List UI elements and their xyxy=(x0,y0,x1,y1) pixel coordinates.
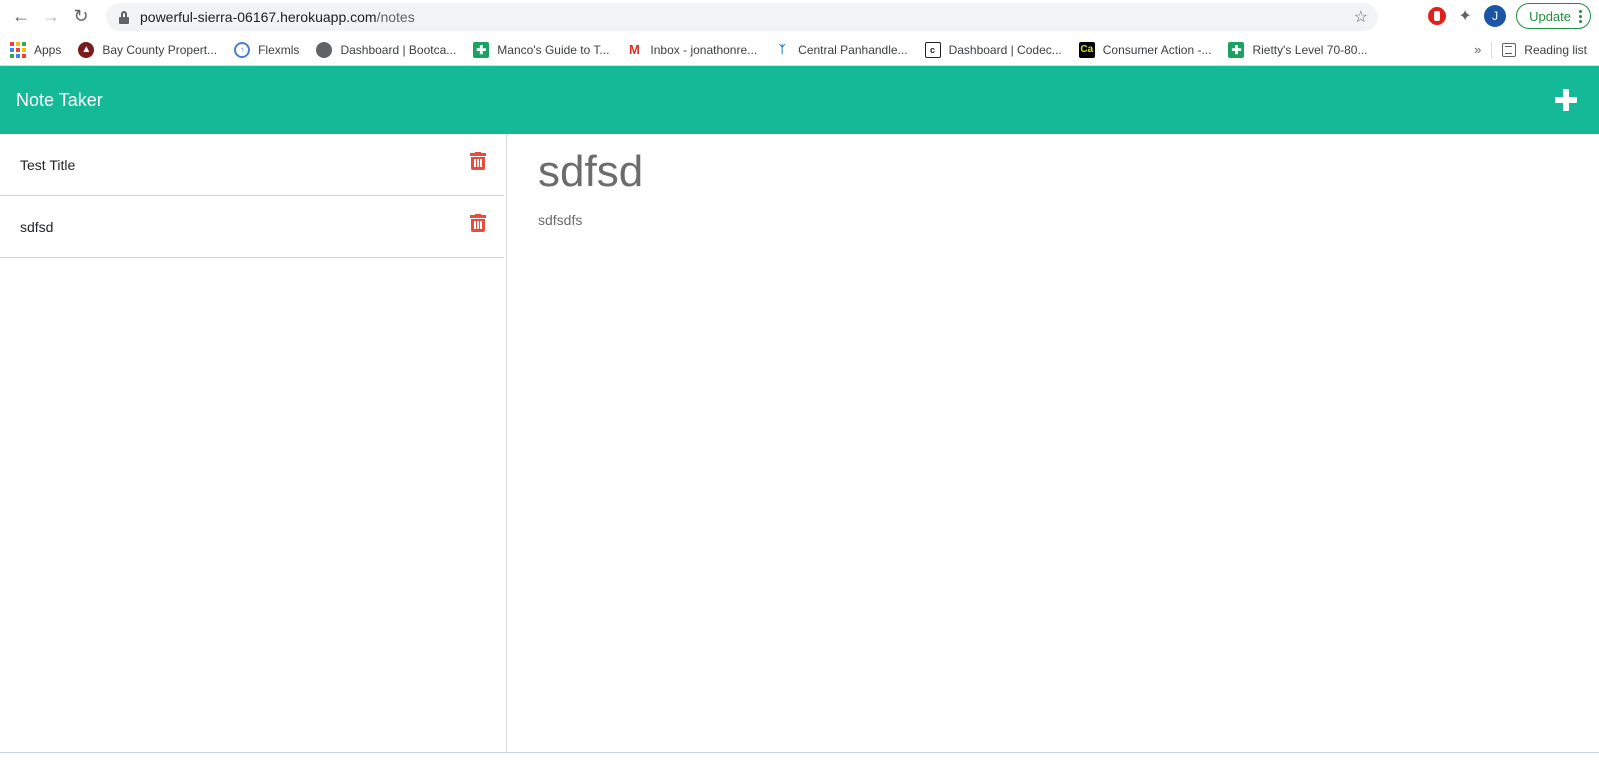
bookmark-consumer-action[interactable]: Ca Consumer Action -... xyxy=(1078,41,1211,58)
apps-grid-icon xyxy=(10,41,26,58)
reload-button[interactable]: ↻ xyxy=(68,4,94,30)
divider xyxy=(1491,41,1493,58)
app-body: Test Title sdfsd sdfsd sdfsdfs xyxy=(0,134,1599,753)
people-icon: ᛉ xyxy=(778,43,786,56)
codecademy-icon: c xyxy=(924,41,941,58)
globe-icon xyxy=(316,41,333,58)
update-button[interactable]: Update xyxy=(1516,3,1591,29)
gmail-icon: M xyxy=(629,42,640,57)
profile-avatar[interactable]: J xyxy=(1484,5,1507,27)
bookmark-inbox[interactable]: M Inbox - jonathonre... xyxy=(626,42,757,58)
bookmarks-bar: Apps ▲ Bay County Propert... ↑ Flexmls D… xyxy=(0,33,1599,66)
notes-list: Test Title sdfsd xyxy=(0,134,507,752)
bookmark-mancos-guide[interactable]: ✚ Manco's Guide to T... xyxy=(473,41,609,58)
ca-icon: Ca xyxy=(1078,41,1095,58)
bookmark-apps[interactable]: Apps xyxy=(10,41,61,58)
stop-extension-icon[interactable] xyxy=(1428,7,1447,25)
bookmark-star-icon[interactable]: ☆ xyxy=(1354,7,1368,27)
browser-actions: ✦ J Update xyxy=(1428,3,1591,29)
app-header: Note Taker xyxy=(0,66,1599,134)
bookmark-dashboard-codecademy[interactable]: c Dashboard | Codec... xyxy=(924,41,1062,58)
reading-list-button[interactable]: Reading list xyxy=(1502,42,1587,57)
note-editor: sdfsd sdfsdfs xyxy=(507,134,1599,752)
note-list-item-title: sdfsd xyxy=(20,218,54,235)
note-text-field[interactable]: sdfsdfs xyxy=(538,212,1599,228)
app-title[interactable]: Note Taker xyxy=(16,90,103,111)
forward-button[interactable]: → xyxy=(38,4,64,30)
bookmark-riettys-level[interactable]: ✚ Rietty's Level 70-80... xyxy=(1228,41,1367,58)
arrow-left-icon: ← xyxy=(12,6,30,26)
reload-icon: ↻ xyxy=(73,6,89,26)
address-bar[interactable]: powerful-sierra-06167.herokuapp.com/note… xyxy=(106,3,1378,31)
kebab-menu-icon xyxy=(1579,9,1582,23)
note-list-item[interactable]: Test Title xyxy=(0,134,504,196)
update-label: Update xyxy=(1529,8,1571,24)
note-list-item-title: Test Title xyxy=(20,156,76,173)
bookmark-central-panhandle[interactable]: ᛉ Central Panhandle... xyxy=(774,42,908,58)
bookmarks-right: » Reading list xyxy=(1474,41,1587,58)
trash-icon[interactable] xyxy=(470,213,486,232)
url-text: powerful-sierra-06167.herokuapp.com/note… xyxy=(140,9,415,25)
browser-toolbar: ← → ↻ powerful-sierra-06167.herokuapp.co… xyxy=(0,0,1599,33)
flexmls-icon: ↑ xyxy=(234,41,251,58)
note-list-item[interactable]: sdfsd xyxy=(0,196,504,258)
extensions-puzzle-icon[interactable]: ✦ xyxy=(1456,7,1474,25)
browser-chrome: ← → ↻ powerful-sierra-06167.herokuapp.co… xyxy=(0,0,1599,66)
bookmarks-overflow-button[interactable]: » xyxy=(1474,42,1481,57)
reading-list-icon xyxy=(1502,42,1517,57)
note-title-field[interactable]: sdfsd xyxy=(538,147,1599,196)
lock-icon xyxy=(118,10,130,24)
bay-county-icon: ▲ xyxy=(78,41,95,58)
back-button[interactable]: ← xyxy=(8,4,34,30)
bookmark-dashboard-bootcamp[interactable]: Dashboard | Bootca... xyxy=(316,41,456,58)
sheets-icon: ✚ xyxy=(473,41,490,58)
sheets-icon: ✚ xyxy=(1228,41,1245,58)
bookmark-flexmls[interactable]: ↑ Flexmls xyxy=(234,41,299,58)
arrow-right-icon: → xyxy=(42,6,60,26)
new-note-plus-icon[interactable] xyxy=(1555,89,1577,111)
trash-icon[interactable] xyxy=(470,151,486,170)
bookmark-bay-county[interactable]: ▲ Bay County Propert... xyxy=(78,41,217,58)
